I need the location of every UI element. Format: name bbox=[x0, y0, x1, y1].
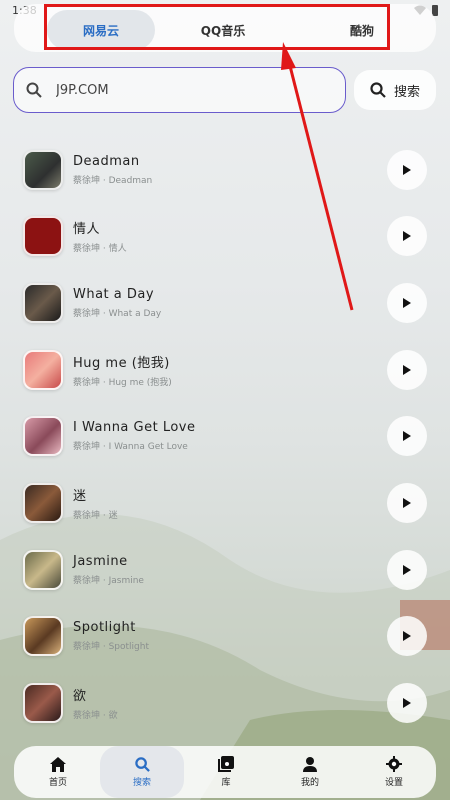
album-cover bbox=[23, 350, 63, 390]
album-cover bbox=[23, 550, 63, 590]
home-icon bbox=[50, 756, 66, 772]
play-button[interactable] bbox=[387, 416, 427, 456]
play-button[interactable] bbox=[387, 150, 427, 190]
play-icon bbox=[403, 365, 411, 375]
song-row[interactable]: Deadman 蔡徐坤 · Deadman bbox=[0, 140, 450, 200]
song-row[interactable]: 情人 蔡徐坤 · 情人 bbox=[0, 206, 450, 266]
search-field[interactable] bbox=[13, 67, 346, 113]
nav-library[interactable]: 库 bbox=[184, 746, 268, 798]
search-icon bbox=[370, 82, 386, 98]
search-row: 搜索 bbox=[13, 67, 437, 113]
song-title: Spotlight bbox=[73, 620, 136, 635]
play-icon bbox=[403, 498, 411, 508]
song-subtitle: 蔡徐坤 · 欲 bbox=[73, 711, 118, 721]
song-row[interactable]: 迷 蔡徐坤 · 迷 bbox=[0, 473, 450, 533]
song-row[interactable]: What a Day 蔡徐坤 · What a Day bbox=[0, 273, 450, 333]
song-subtitle: 蔡徐坤 · 情人 bbox=[73, 244, 127, 254]
nav-settings[interactable]: 设置 bbox=[352, 746, 436, 798]
song-row[interactable]: Hug me (抱我) 蔡徐坤 · Hug me (抱我) bbox=[0, 340, 450, 400]
play-icon bbox=[403, 298, 411, 308]
album-cover bbox=[23, 416, 63, 456]
search-icon bbox=[26, 82, 42, 98]
song-row[interactable]: Spotlight 蔡徐坤 · Spotlight bbox=[0, 606, 450, 666]
play-icon bbox=[403, 698, 411, 708]
play-icon bbox=[403, 431, 411, 441]
person-icon bbox=[303, 756, 317, 772]
play-button[interactable] bbox=[387, 216, 427, 256]
song-subtitle: 蔡徐坤 · Spotlight bbox=[73, 642, 149, 652]
play-icon bbox=[403, 165, 411, 175]
tab-kugou[interactable]: 酷狗 bbox=[317, 10, 407, 50]
play-icon bbox=[403, 231, 411, 241]
song-subtitle: 蔡徐坤 · I Wanna Get Love bbox=[73, 442, 188, 452]
search-button-label: 搜索 bbox=[393, 84, 420, 100]
play-button[interactable] bbox=[387, 283, 427, 323]
tab-qq-music[interactable]: QQ音乐 bbox=[180, 10, 266, 50]
song-row[interactable]: I Wanna Get Love 蔡徐坤 · I Wanna Get Love bbox=[0, 406, 450, 466]
song-subtitle: 蔡徐坤 · Jasmine bbox=[73, 576, 144, 586]
song-title: Deadman bbox=[73, 154, 140, 169]
play-icon bbox=[403, 565, 411, 575]
library-icon bbox=[218, 756, 234, 772]
song-title: 迷 bbox=[73, 489, 87, 504]
song-subtitle: 蔡徐坤 · What a Day bbox=[73, 309, 162, 319]
song-title: I Wanna Get Love bbox=[73, 420, 196, 435]
album-cover bbox=[23, 616, 63, 656]
album-cover bbox=[23, 283, 63, 323]
play-icon bbox=[403, 631, 411, 641]
search-icon bbox=[134, 756, 150, 772]
play-button[interactable] bbox=[387, 483, 427, 523]
song-subtitle: 蔡徐坤 · Deadman bbox=[73, 176, 153, 186]
song-subtitle: 蔡徐坤 · 迷 bbox=[73, 511, 118, 521]
album-cover bbox=[23, 216, 63, 256]
song-row[interactable]: Jasmine 蔡徐坤 · Jasmine bbox=[0, 540, 450, 600]
search-input[interactable] bbox=[56, 82, 296, 98]
play-button[interactable] bbox=[387, 616, 427, 656]
play-button[interactable] bbox=[387, 350, 427, 390]
play-button[interactable] bbox=[387, 550, 427, 590]
gear-icon bbox=[386, 756, 402, 772]
album-cover bbox=[23, 150, 63, 190]
tab-netease[interactable]: 网易云 bbox=[47, 10, 155, 50]
bottom-navigation: 首页 搜索 库 我的 设置 bbox=[14, 746, 436, 798]
song-title: Jasmine bbox=[73, 554, 128, 569]
song-title: 情人 bbox=[73, 222, 101, 237]
album-cover bbox=[23, 683, 63, 723]
search-button[interactable]: 搜索 bbox=[354, 70, 436, 110]
play-button[interactable] bbox=[387, 683, 427, 723]
nav-home[interactable]: 首页 bbox=[16, 746, 100, 798]
nav-profile[interactable]: 我的 bbox=[268, 746, 352, 798]
song-row[interactable]: 欲 蔡徐坤 · 欲 bbox=[0, 673, 450, 733]
album-cover bbox=[23, 483, 63, 523]
song-subtitle: 蔡徐坤 · Hug me (抱我) bbox=[73, 378, 172, 388]
nav-search[interactable]: 搜索 bbox=[100, 746, 184, 798]
source-tabs: 网易云 QQ音乐 酷狗 bbox=[14, 4, 436, 52]
song-title: What a Day bbox=[73, 287, 155, 302]
song-title: Hug me (抱我) bbox=[73, 356, 170, 371]
song-title: 欲 bbox=[73, 689, 87, 704]
